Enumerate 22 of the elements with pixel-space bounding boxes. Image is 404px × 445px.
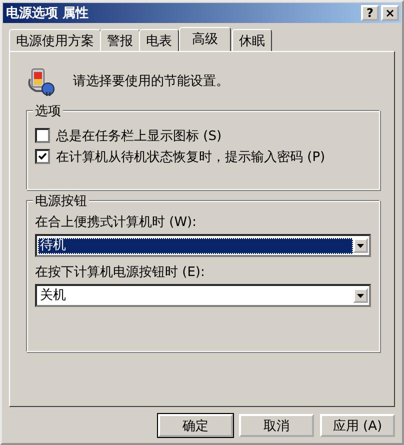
group-title: 电源按钮 xyxy=(33,192,89,210)
dropdown[interactable]: 待机 xyxy=(35,234,371,257)
instruction-text: 请选择要使用的节能设置。 xyxy=(73,73,229,90)
dropdown[interactable]: 关机 xyxy=(35,284,371,307)
checkbox-label: 总是在任务栏上显示图标 (S) xyxy=(56,128,222,144)
field-label: 在按下计算机电源按钮时 (E): xyxy=(35,264,206,282)
checkbox-label: 在计算机从待机状态恢复时，提示输入密码 (P) xyxy=(56,148,326,166)
tab[interactable]: 警报 xyxy=(100,29,140,51)
dialog-button[interactable]: 取消 xyxy=(239,414,314,437)
dialog-button[interactable]: 应用 (A) xyxy=(320,414,395,437)
close-button[interactable]: × xyxy=(381,5,399,21)
help-button[interactable]: ? xyxy=(361,5,379,21)
window-title: 电源选项 属性 xyxy=(6,5,89,22)
checkbox[interactable] xyxy=(35,128,50,143)
tab[interactable]: 电源使用方案 xyxy=(9,29,101,51)
dialog-button[interactable]: 确定 xyxy=(158,414,233,437)
check-mark-icon xyxy=(38,152,47,161)
tab[interactable]: 休眠 xyxy=(232,29,272,51)
checkbox[interactable] xyxy=(35,149,50,164)
tab[interactable]: 高级 xyxy=(179,27,231,51)
group-title: 选项 xyxy=(33,102,63,120)
field-label: 在合上便携式计算机时 (W): xyxy=(35,214,198,232)
